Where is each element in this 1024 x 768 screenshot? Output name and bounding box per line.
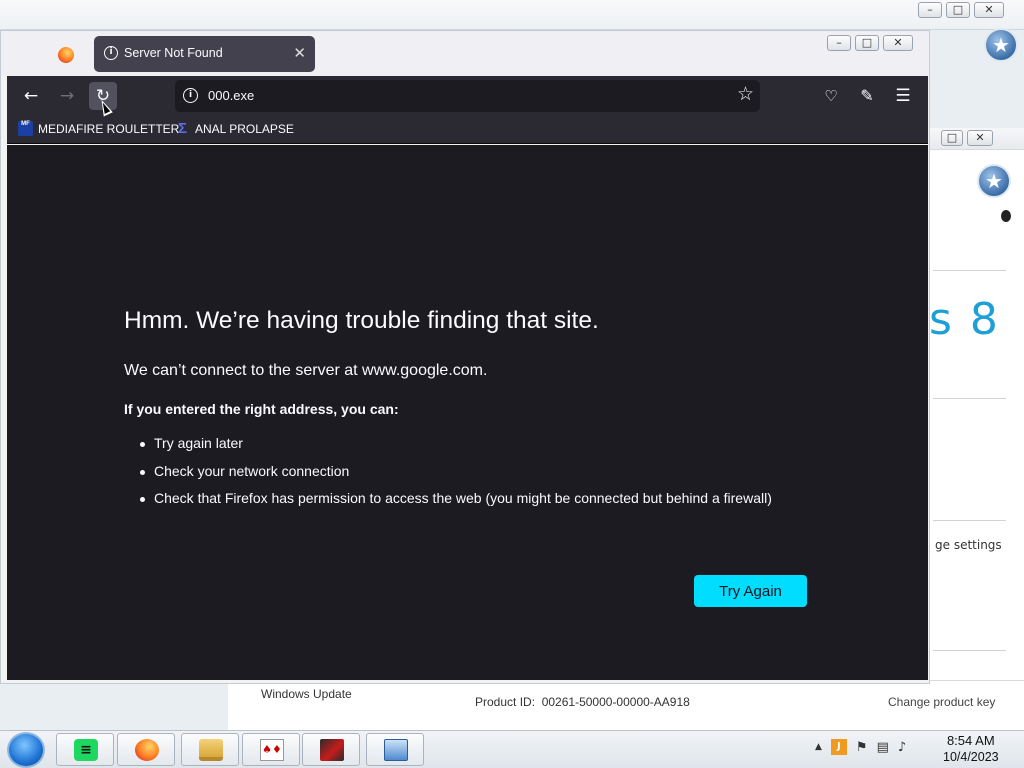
spotify-icon: ≡	[74, 739, 98, 761]
error-title: Hmm. We’re having trouble finding that s…	[124, 307, 599, 334]
taskbar-item-computer[interactable]	[366, 733, 424, 766]
taskbar-item-red-app[interactable]	[302, 733, 360, 766]
show-hidden-icons-icon[interactable]: ▲	[815, 742, 822, 752]
error-page: Hmm. We’re having trouble finding that s…	[7, 145, 928, 680]
background-control-panel-window: □ ✕ ★ s 8 ge settings	[928, 128, 1024, 683]
file-explorer-icon	[199, 739, 223, 761]
error-subtitle: If you entered the right address, you ca…	[124, 401, 399, 417]
taskbar: ≡ ♠♦ ▲ J ⚑ ▤ ♪ 8:54 AM 10/4/2023	[0, 730, 1024, 768]
maximize-button[interactable]: □	[941, 130, 963, 146]
list-item: Check that Firefox has permission to acc…	[124, 490, 772, 518]
firefox-icon	[58, 47, 74, 63]
network-icon[interactable]: ▤	[877, 740, 889, 755]
close-button[interactable]: ✕	[967, 130, 993, 146]
background-window-titlebar: – □ ✕	[0, 0, 1024, 30]
product-id-label: Product ID:	[475, 695, 536, 709]
change-product-key-link[interactable]: Change product key	[888, 695, 995, 709]
star-icon: ★	[984, 28, 1018, 62]
system-properties-footer: Windows Update Product ID: 00261-50000-0…	[228, 680, 1024, 730]
computer-icon	[384, 739, 408, 761]
red-app-icon	[320, 739, 344, 761]
navigation-toolbar: ← → ↻ i 000.exe ☆ ♡ ✎ ☰	[7, 76, 928, 116]
maximize-button[interactable]: □	[946, 2, 970, 18]
clock-date: 10/4/2023	[943, 750, 999, 764]
taskbar-item-firefox[interactable]	[117, 733, 175, 766]
close-icon[interactable]: ✕	[293, 44, 306, 62]
info-icon[interactable]: i	[183, 88, 198, 103]
divider	[933, 270, 1006, 271]
clock[interactable]: 8:54 AM 10/4/2023	[943, 733, 999, 765]
flag-icon[interactable]: ⚑	[856, 740, 868, 755]
background-window-controls: □ ✕	[941, 130, 993, 146]
tab-bar: i Server Not Found ✕ – □ ✕	[1, 31, 929, 76]
pocket-icon[interactable]: ♡	[817, 82, 845, 110]
divider	[933, 650, 1006, 651]
bookmark-item[interactable]: Σ ANAL PROLAPSE	[175, 121, 294, 136]
solitaire-icon: ♠♦	[260, 739, 284, 761]
product-id: Product ID: 00261-50000-00000-AA918	[475, 695, 690, 709]
windows-update-link[interactable]: Windows Update	[261, 687, 352, 701]
clock-time: 8:54 AM	[946, 733, 995, 748]
bookmark-label: MEDIAFIRE ROULETTER	[38, 121, 180, 136]
bookmark-star-icon[interactable]: ☆	[737, 83, 754, 105]
list-item: Try again later	[124, 435, 772, 463]
bookmark-label: ANAL PROLAPSE	[195, 121, 294, 136]
tab-title: Server Not Found	[124, 46, 223, 60]
volume-icon[interactable]: ♪	[898, 740, 906, 755]
change-settings-link[interactable]: ge settings	[935, 538, 1002, 552]
start-button[interactable]	[7, 732, 45, 768]
divider	[933, 398, 1006, 399]
window-controls: – □ ✕	[827, 35, 913, 51]
close-button[interactable]: ✕	[883, 35, 913, 51]
java-icon[interactable]: J	[830, 739, 847, 755]
suggestion-list: Try again later Check your network conne…	[124, 435, 772, 518]
background-window-controls: – □ ✕	[918, 2, 1004, 18]
forward-arrow-icon[interactable]: →	[53, 82, 81, 110]
taskbar-item-explorer[interactable]	[181, 733, 239, 766]
firefox-window: i Server Not Found ✕ – □ ✕ ← → ↻ i 000.e…	[0, 30, 930, 684]
system-tray: ▲ J ⚑ ▤ ♪	[815, 739, 906, 755]
sigma-icon: Σ	[177, 120, 187, 137]
background-window-titlebar: □ ✕	[929, 128, 1024, 150]
mediafire-icon: MF	[18, 121, 33, 136]
bookmarks-toolbar: MF MEDIAFIRE ROULETTER Σ ANAL PROLAPSE	[7, 116, 928, 144]
windows-logo-text: s 8	[929, 294, 1000, 345]
taskbar-item-solitaire[interactable]: ♠♦	[242, 733, 300, 766]
error-description: We can’t connect to the server at www.go…	[124, 362, 488, 379]
close-button[interactable]: ✕	[974, 2, 1004, 18]
extensions-icon[interactable]: ✎	[853, 82, 881, 110]
minimize-button[interactable]: –	[827, 35, 851, 51]
url-input[interactable]: 000.exe	[208, 88, 254, 103]
minimize-button[interactable]: –	[918, 2, 942, 18]
bookmark-item[interactable]: MF MEDIAFIRE ROULETTER	[18, 121, 179, 136]
list-item: Check your network connection	[124, 463, 772, 491]
firefox-icon	[135, 739, 159, 761]
tab-server-not-found[interactable]: i Server Not Found ✕	[94, 36, 315, 72]
divider	[933, 520, 1006, 521]
menu-icon[interactable]: ☰	[889, 82, 917, 110]
product-id-value: 00261-50000-00000-AA918	[541, 695, 690, 709]
star-icon: ★	[977, 164, 1011, 198]
info-icon: i	[104, 46, 118, 60]
try-again-button[interactable]: Try Again	[694, 575, 807, 607]
back-arrow-icon[interactable]: ←	[17, 82, 45, 110]
taskbar-item-spotify[interactable]: ≡	[56, 733, 114, 766]
address-bar[interactable]: i 000.exe ☆	[175, 80, 760, 112]
maximize-button[interactable]: □	[855, 35, 879, 51]
alien-icon	[1001, 210, 1011, 222]
